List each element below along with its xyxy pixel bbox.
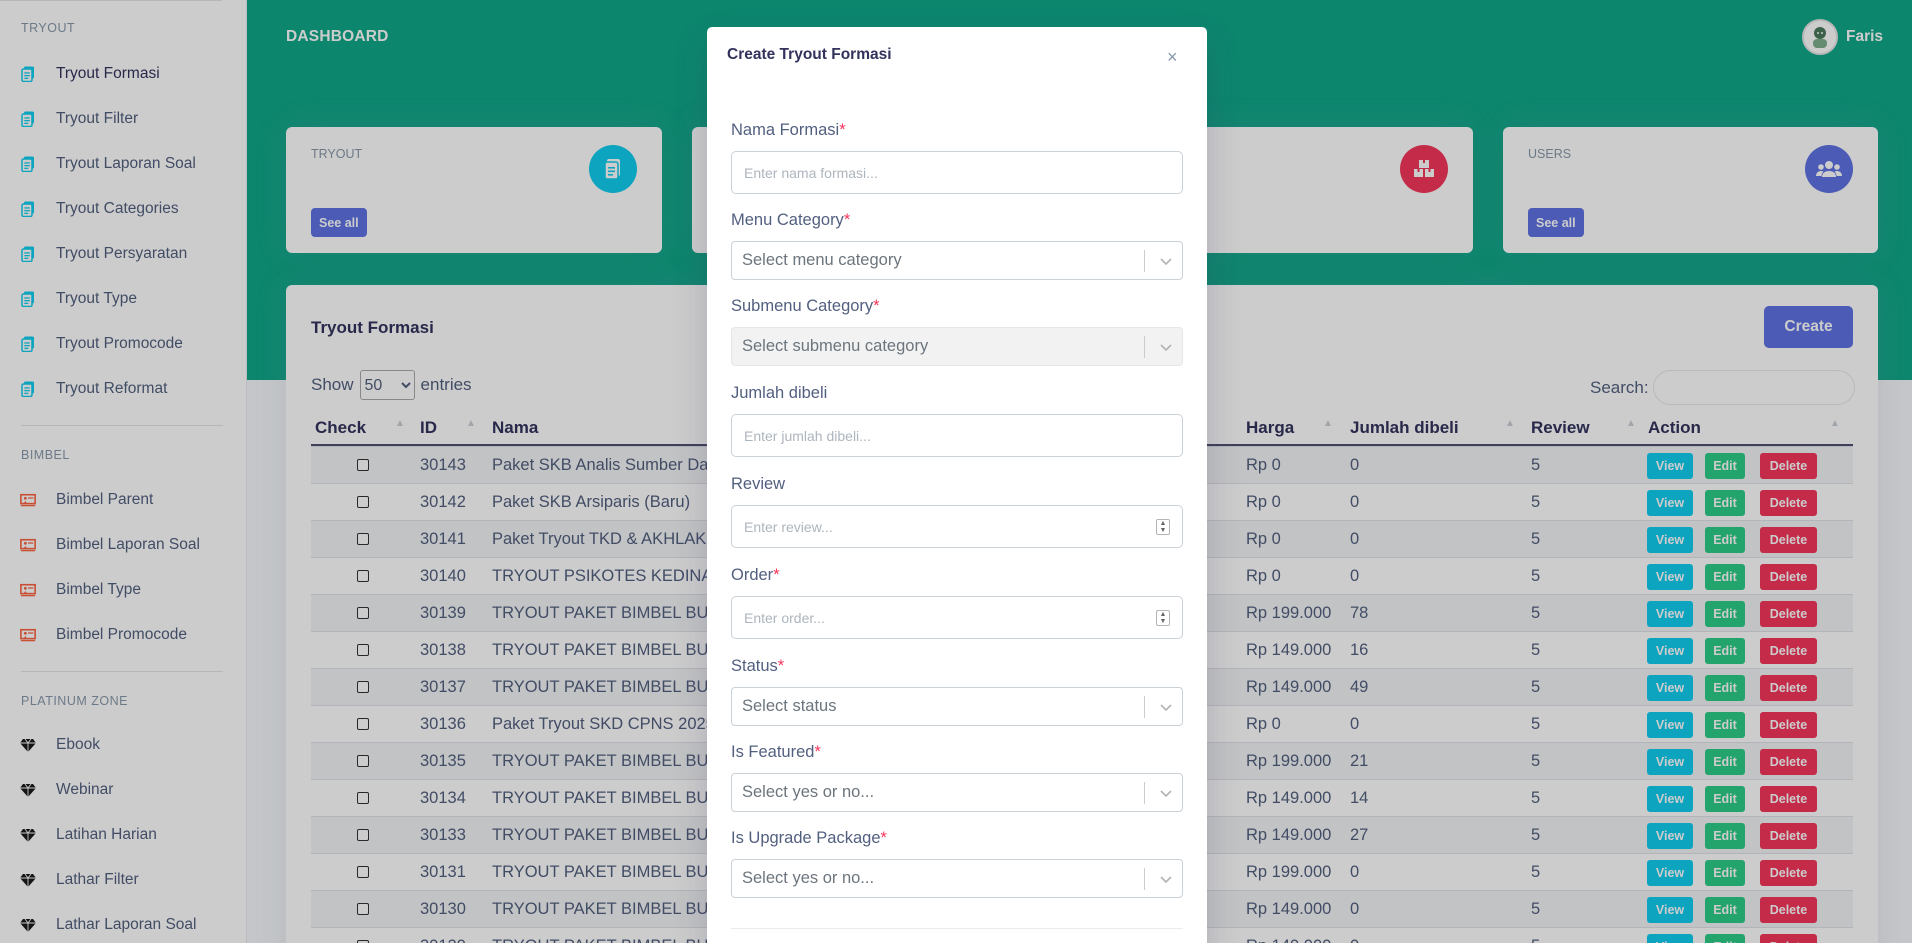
create-tryout-formasi-modal: Create Tryout Formasi × Nama Formasi* Ent… — [707, 27, 1207, 943]
modal-title: Create Tryout Formasi — [727, 46, 892, 63]
select-separator — [1144, 696, 1145, 718]
submenu-category-label: Submenu Category* — [731, 297, 880, 316]
chevron-down-icon — [1160, 338, 1172, 357]
number-spinner-icon[interactable]: ▲ ▼ — [1156, 519, 1170, 535]
field-label-text: Is Featured — [731, 743, 815, 761]
chevron-down-icon — [1160, 784, 1172, 803]
field-label-text: Submenu Category — [731, 297, 874, 315]
required-marker: * — [773, 566, 780, 584]
placeholder-text: Select yes or no... — [742, 783, 875, 801]
field-label-text: Is Upgrade Package — [731, 829, 881, 847]
select-separator — [1144, 868, 1145, 890]
status-select[interactable]: Select status — [731, 687, 1183, 726]
submenu-category-select: Select submenu category — [731, 327, 1183, 366]
close-icon[interactable]: × — [1167, 47, 1178, 68]
placeholder-text: Select status — [742, 697, 837, 715]
chevron-down-icon — [1160, 698, 1172, 717]
placeholder-text: Enter review... — [744, 518, 833, 535]
is-featured-label: Is Featured* — [731, 743, 821, 762]
required-marker: * — [880, 829, 887, 847]
jumlah-dibeli-label: Jumlah dibeli — [731, 384, 827, 403]
required-marker: * — [873, 297, 880, 315]
menu-category-label: Menu Category* — [731, 211, 850, 230]
is-featured-select[interactable]: Select yes or no... — [731, 773, 1183, 812]
placeholder-text: Enter order... — [744, 609, 825, 626]
order-input[interactable]: Enter order... ▲ ▼ — [731, 596, 1183, 639]
review-label: Review — [731, 475, 785, 494]
nama-formasi-input[interactable]: Enter nama formasi... — [731, 151, 1183, 194]
order-label: Order* — [731, 566, 780, 585]
select-separator — [1144, 782, 1145, 804]
required-marker: * — [839, 121, 846, 139]
jumlah-dibeli-input[interactable]: Enter jumlah dibeli... — [731, 414, 1183, 457]
required-marker: * — [777, 657, 785, 675]
field-label-text: Order — [731, 566, 774, 584]
field-label-text: Nama Formasi — [731, 121, 840, 139]
field-label-text: Review — [731, 475, 786, 493]
number-spinner-icon[interactable]: ▲ ▼ — [1156, 610, 1170, 626]
select-separator — [1144, 336, 1145, 358]
placeholder-text: Select menu category — [742, 251, 902, 269]
chevron-down-icon — [1160, 870, 1172, 889]
placeholder-text: Enter jumlah dibeli... — [744, 427, 871, 444]
field-label-text: Menu Category — [731, 211, 844, 229]
field-label-text: Jumlah dibeli — [731, 384, 828, 402]
review-input[interactable]: Enter review... ▲ ▼ — [731, 505, 1183, 548]
is-upgrade-package-select[interactable]: Select yes or no... — [731, 859, 1183, 898]
modal-divider — [731, 928, 1183, 929]
placeholder-text: Enter nama formasi... — [744, 164, 878, 181]
chevron-down-icon — [1160, 252, 1172, 271]
field-label-text: Status — [731, 657, 778, 675]
required-marker: * — [814, 743, 821, 761]
is-upgrade-package-label: Is Upgrade Package* — [731, 829, 887, 848]
nama-formasi-label: Nama Formasi* — [731, 121, 846, 140]
select-separator — [1144, 250, 1145, 272]
menu-category-select[interactable]: Select menu category — [731, 241, 1183, 280]
placeholder-text: Select yes or no... — [742, 869, 875, 887]
placeholder-text: Select submenu category — [742, 337, 929, 355]
status-label: Status* — [731, 657, 784, 676]
required-marker: * — [843, 211, 851, 229]
